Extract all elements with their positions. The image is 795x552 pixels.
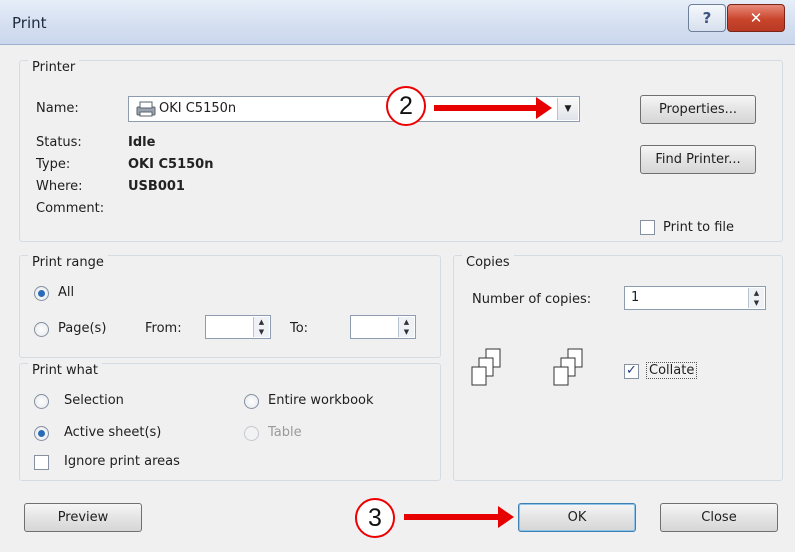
entire-workbook-radio[interactable] — [244, 394, 259, 409]
printer-name-value: OKI C5150n — [159, 101, 237, 116]
to-label: To: — [290, 321, 309, 336]
selection-radio[interactable] — [34, 394, 49, 409]
from-spinner[interactable]: ▲ ▼ — [253, 317, 269, 337]
number-of-copies-input[interactable]: 1 ▲ ▼ — [624, 286, 766, 310]
to-input[interactable]: ▲ ▼ — [350, 315, 416, 339]
number-of-copies-value: 1 — [631, 290, 640, 305]
find-printer-button[interactable]: Find Printer... — [640, 145, 756, 174]
type-label: Type: — [36, 157, 71, 172]
print-range-group-label: Print range — [28, 255, 108, 270]
type-value: OKI C5150n — [128, 157, 214, 172]
print-range-group: Print range All Page(s) From: ▲ ▼ To: ▲ ▼ — [19, 255, 441, 358]
status-label: Status: — [36, 135, 82, 150]
table-radio — [244, 426, 259, 441]
all-label: All — [58, 285, 75, 300]
selection-label: Selection — [64, 393, 124, 408]
window-title: Print — [12, 14, 47, 32]
print-what-group: Print what Selection Entire workbook Act… — [19, 363, 441, 481]
collate-checkbox[interactable]: ✓ — [624, 364, 639, 379]
collate-label: Collate — [646, 362, 698, 379]
copies-group-label: Copies — [462, 255, 514, 270]
dialog-body: Printer Name: OKI C5150n ▼ Status: Idle … — [0, 45, 795, 552]
window-close-button[interactable]: ✕ — [727, 4, 785, 32]
printer-icon — [135, 101, 157, 117]
callout-2: 2 — [386, 86, 426, 126]
preview-button[interactable]: Preview — [24, 503, 142, 532]
ignore-print-areas-checkbox[interactable] — [34, 455, 49, 470]
close-button[interactable]: Close — [660, 503, 778, 532]
status-value: Idle — [128, 135, 156, 150]
table-label: Table — [268, 425, 302, 440]
printer-group-label: Printer — [28, 60, 80, 75]
arrow-to-ok — [404, 506, 514, 528]
uncollated-pages-icon — [470, 348, 506, 398]
copies-group: Copies Number of copies: 1 ▲ ▼ ✓ Collate — [453, 255, 783, 481]
entire-workbook-label: Entire workbook — [268, 393, 374, 408]
chevron-down-icon[interactable]: ▼ — [557, 98, 578, 120]
all-radio[interactable] — [34, 286, 49, 301]
where-value: USB001 — [128, 179, 185, 194]
copies-spinner[interactable]: ▲ ▼ — [748, 288, 764, 308]
from-input[interactable]: ▲ ▼ — [205, 315, 271, 339]
name-label: Name: — [36, 101, 79, 116]
title-bar: Print ? ✕ — [0, 0, 795, 45]
collated-pages-icon — [552, 348, 588, 398]
from-label: From: — [145, 321, 182, 336]
where-label: Where: — [36, 179, 83, 194]
pages-label: Page(s) — [58, 321, 107, 336]
ok-button[interactable]: OK — [518, 503, 636, 532]
active-sheets-label: Active sheet(s) — [64, 425, 162, 440]
pages-radio[interactable] — [34, 322, 49, 337]
active-sheets-radio[interactable] — [34, 426, 49, 441]
print-what-group-label: Print what — [28, 363, 102, 378]
properties-button[interactable]: Properties... — [640, 95, 756, 124]
ignore-print-areas-label: Ignore print areas — [64, 454, 180, 469]
comment-label: Comment: — [36, 201, 105, 216]
print-to-file-label: Print to file — [663, 220, 735, 235]
help-button[interactable]: ? — [688, 4, 726, 32]
print-to-file-checkbox[interactable] — [640, 220, 655, 235]
arrow-to-dropdown — [434, 97, 552, 119]
callout-3: 3 — [355, 498, 395, 538]
number-of-copies-label: Number of copies: — [472, 292, 592, 307]
to-spinner[interactable]: ▲ ▼ — [398, 317, 414, 337]
